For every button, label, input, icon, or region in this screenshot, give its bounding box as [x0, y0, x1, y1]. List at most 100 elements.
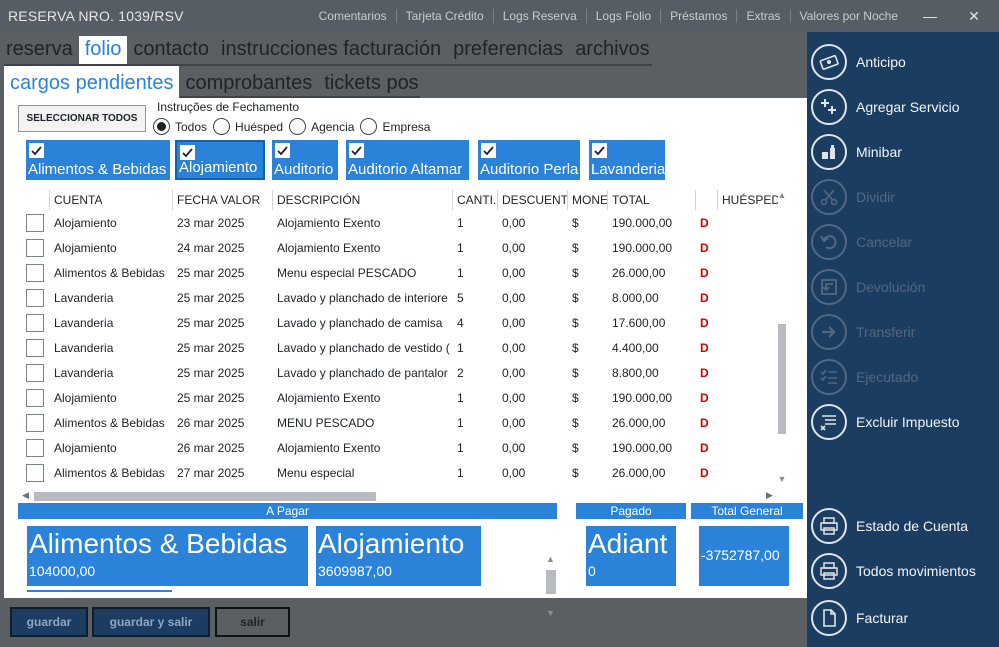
ejecutado-button[interactable]: Ejecutado: [811, 357, 997, 397]
category-alimentos-bebidas[interactable]: Alimentos & Bebidas: [26, 140, 170, 180]
table-row[interactable]: Alojamiento 24 mar 2025 Alojamiento Exento…: [18, 235, 778, 260]
row-checkbox[interactable]: [26, 388, 44, 407]
header-moneda[interactable]: MONE: [568, 190, 608, 210]
header-total[interactable]: TOTAL: [608, 190, 696, 210]
category-auditorio[interactable]: Auditorio: [272, 140, 338, 180]
scroll-up-arrow[interactable]: ▲: [776, 190, 788, 200]
radio-circle[interactable]: [360, 118, 378, 135]
row-select-cell: [18, 213, 50, 232]
header-cantidad[interactable]: CANTI.: [453, 190, 498, 210]
tab-comprobantes[interactable]: comprobantes: [179, 66, 318, 98]
category-lavanderia[interactable]: Lavanderia: [589, 140, 665, 180]
facturar-button[interactable]: Facturar: [811, 598, 997, 638]
menu-valores-por-noche[interactable]: Valores por Noche: [789, 9, 908, 23]
table-row[interactable]: Lavanderia 25 mar 2025 Lavado y planchado …: [18, 360, 778, 385]
tab-instrucciones-facturacion[interactable]: instrucciones facturación: [215, 36, 447, 66]
table-row[interactable]: Lavanderia 25 mar 2025 Lavado y planchado …: [18, 285, 778, 310]
radio-circle-selected[interactable]: [153, 118, 170, 135]
scroll-thumb[interactable]: [778, 324, 786, 434]
scroll-up-arrow[interactable]: ▲: [546, 554, 555, 564]
transferir-button[interactable]: Transferir: [811, 312, 997, 352]
tab-reserva[interactable]: reserva: [0, 36, 79, 66]
tab-cargos-pendientes[interactable]: cargos pendientes: [4, 66, 180, 98]
tab-folio[interactable]: folio: [78, 36, 128, 66]
radio-huesped[interactable]: Huésped: [213, 118, 283, 135]
table-vertical-scrollbar[interactable]: ▲ ▼: [774, 190, 790, 486]
excluir-impuesto-button[interactable]: Excluir Impuesto: [811, 402, 997, 442]
table-horizontal-scrollbar[interactable]: ◀ ▶: [18, 490, 778, 502]
row-checkbox[interactable]: [26, 363, 44, 382]
close-button[interactable]: ✕: [956, 0, 992, 32]
scissors-icon: [811, 179, 847, 215]
row-checkbox[interactable]: [26, 463, 44, 482]
checkbox-checked[interactable]: [28, 142, 45, 159]
radio-circle[interactable]: [289, 118, 307, 135]
radio-todos[interactable]: Todos: [153, 118, 207, 135]
header-cuenta[interactable]: CUENTA: [50, 190, 173, 210]
header-fecha-valor[interactable]: FECHA VALOR: [173, 190, 273, 210]
guardar-button[interactable]: guardar: [10, 607, 88, 637]
category-auditorio-altamar[interactable]: Auditorio Altamar: [346, 140, 469, 180]
table-row[interactable]: Alojamiento 23 mar 2025 Alojamiento Exento…: [18, 210, 778, 235]
menu-tarjeta-credito[interactable]: Tarjeta Crédito: [395, 9, 493, 23]
header-descripcion[interactable]: DESCRIPCIÓN: [273, 190, 453, 210]
devolucion-button[interactable]: Devolución: [811, 267, 997, 307]
row-checkbox[interactable]: [26, 288, 44, 307]
scroll-thumb[interactable]: [34, 492, 376, 501]
menu-comentarios[interactable]: Comentarios: [310, 9, 396, 23]
checkbox-checked[interactable]: [591, 142, 608, 159]
guardar-y-salir-button[interactable]: guardar y salir: [92, 607, 210, 637]
header-flag[interactable]: [696, 190, 718, 210]
menu-extras[interactable]: Extras: [736, 9, 789, 23]
radio-circle[interactable]: [213, 118, 231, 135]
todos-movimientos-button[interactable]: Todos movimientos: [811, 551, 997, 591]
table-row[interactable]: Alimentos & Bebidas 26 mar 2025 MENU PESCA…: [18, 410, 778, 435]
menu-logs-reserva[interactable]: Logs Reserva: [492, 9, 586, 23]
checkbox-checked[interactable]: [274, 142, 291, 159]
tab-contacto[interactable]: contacto: [127, 36, 215, 66]
table-row[interactable]: Alimentos & Bebidas 27 mar 2025 Menu espec…: [18, 460, 778, 485]
row-checkbox[interactable]: [26, 238, 44, 257]
scroll-down-arrow[interactable]: ▼: [546, 608, 555, 618]
table-row[interactable]: Alimentos & Bebidas 25 mar 2025 Menu espec…: [18, 260, 778, 285]
scroll-down-arrow[interactable]: ▼: [776, 474, 788, 484]
agregar-servicio-button[interactable]: Agregar Servicio: [811, 87, 997, 127]
minimize-button[interactable]: —: [912, 0, 948, 32]
dividir-button[interactable]: Dividir: [811, 177, 997, 217]
menu-prestamos[interactable]: Préstamos: [660, 9, 736, 23]
header-descuento[interactable]: DESCUENTO: [498, 190, 568, 210]
scroll-right-arrow[interactable]: ▶: [766, 490, 773, 501]
row-checkbox[interactable]: [26, 213, 44, 232]
scroll-left-arrow[interactable]: ◀: [22, 490, 29, 501]
select-all-button[interactable]: SELECCIONAR TODOS: [18, 105, 146, 132]
anticipo-button[interactable]: Anticipo: [811, 42, 997, 82]
minibar-button[interactable]: Minibar: [811, 132, 997, 172]
radio-empresa[interactable]: Empresa: [360, 118, 430, 135]
tab-preferencias[interactable]: preferencias: [447, 36, 569, 66]
radio-agencia[interactable]: Agencia: [289, 118, 354, 135]
row-checkbox[interactable]: [26, 263, 44, 282]
row-checkbox[interactable]: [26, 438, 44, 457]
table-row[interactable]: Alojamiento 25 mar 2025 Alojamiento Exento…: [18, 385, 778, 410]
menu-logs-folio[interactable]: Logs Folio: [585, 9, 660, 23]
table-row[interactable]: Lavanderia 25 mar 2025 Lavado y planchado …: [18, 310, 778, 335]
checkbox-checked[interactable]: [348, 142, 365, 159]
scroll-thumb[interactable]: [546, 570, 556, 594]
tab-tickets-pos[interactable]: tickets pos: [318, 66, 424, 98]
category-alojamiento[interactable]: Alojamiento: [175, 140, 265, 180]
cell-flag: D: [700, 290, 709, 305]
checkbox-checked[interactable]: [480, 142, 497, 159]
summary-scrollbar[interactable]: ▲ ▼: [545, 554, 557, 618]
table-row[interactable]: Alojamiento 26 mar 2025 Alojamiento Exento…: [18, 435, 778, 460]
table-row[interactable]: Lavanderia 25 mar 2025 Lavado y planchado …: [18, 335, 778, 360]
category-auditorio-perla[interactable]: Auditorio Perla: [478, 140, 580, 180]
row-checkbox[interactable]: [26, 338, 44, 357]
header-huesped[interactable]: HUÉSPED: [718, 190, 778, 210]
tab-archivos[interactable]: archivos: [569, 36, 655, 66]
sidebar-label: Minibar: [856, 144, 902, 160]
cancelar-button[interactable]: Cancelar: [811, 222, 997, 262]
estado-de-cuenta-button[interactable]: Estado de Cuenta: [811, 506, 997, 546]
row-checkbox[interactable]: [26, 313, 44, 332]
salir-button[interactable]: salir: [215, 607, 290, 637]
row-checkbox[interactable]: [26, 413, 44, 432]
